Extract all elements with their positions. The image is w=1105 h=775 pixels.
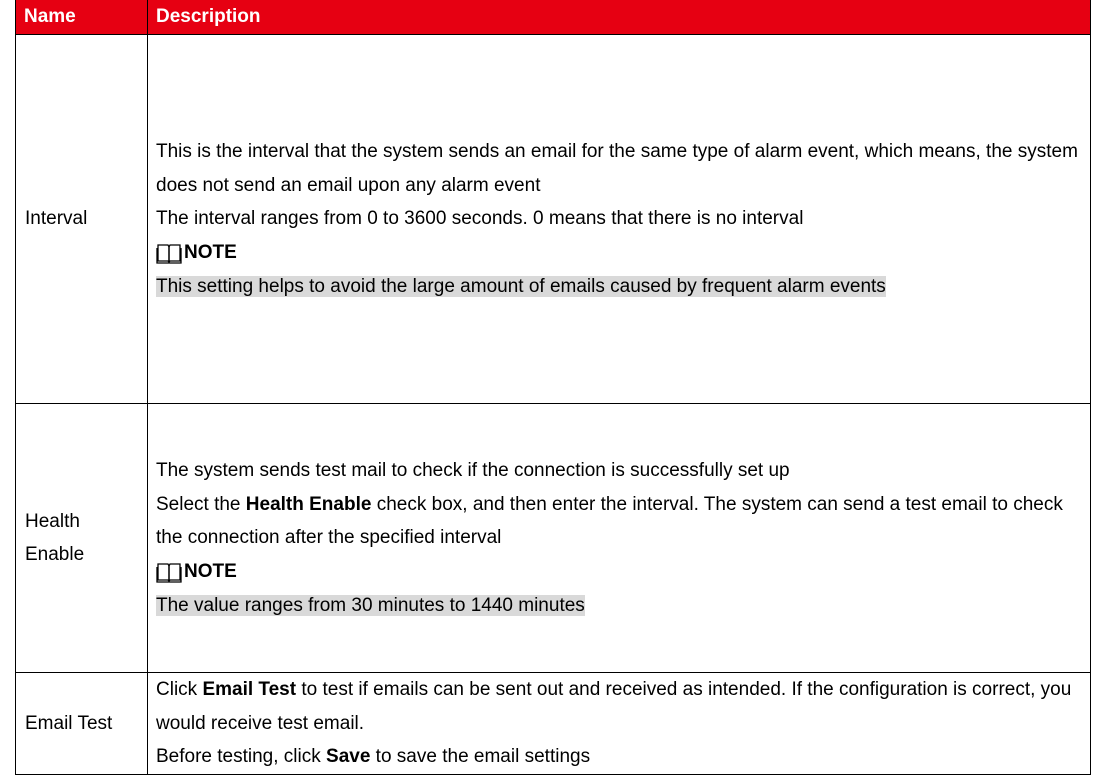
row-name-interval: Interval xyxy=(15,34,148,404)
table-header-row: Name Description xyxy=(15,0,1091,35)
note-text: The value ranges from 30 minutes to 1440… xyxy=(156,594,585,616)
table-row: Health Enable The system sends test mail… xyxy=(15,403,1091,673)
book-icon xyxy=(156,562,182,583)
note-label: NOTE xyxy=(184,241,237,263)
note-heading: NOTE xyxy=(156,236,1082,270)
row-description-interval: This is the interval that the system sen… xyxy=(147,34,1091,404)
row-description-health-enable: The system sends test mail to check if t… xyxy=(147,403,1091,673)
description-text: The interval ranges from 0 to 3600 secon… xyxy=(156,208,804,229)
bold-term: Save xyxy=(326,746,371,768)
row-name-email-test: Email Test xyxy=(15,672,148,775)
table-row: Email Test Click Email Test to test if e… xyxy=(15,672,1091,775)
header-name: Name xyxy=(15,0,148,35)
book-icon xyxy=(156,243,182,264)
description-text: Select the Health Enable check box, and … xyxy=(156,493,1063,549)
description-text: Click Email Test to test if emails can b… xyxy=(156,679,1072,734)
note-label: NOTE xyxy=(184,560,237,582)
row-description-email-test: Click Email Test to test if emails can b… xyxy=(147,672,1091,775)
note-heading: NOTE xyxy=(156,555,1082,589)
description-text: The system sends test mail to check if t… xyxy=(156,460,790,481)
bold-term: Health Enable xyxy=(245,493,372,515)
description-text: Before testing, click Save to save the e… xyxy=(156,746,591,768)
parameter-table: Name Description Interval This is the in… xyxy=(15,0,1091,775)
note-text: This setting helps to avoid the large am… xyxy=(156,275,886,297)
description-text: This is the interval that the system sen… xyxy=(156,141,1078,196)
header-description: Description xyxy=(147,0,1091,35)
table-row: Interval This is the interval that the s… xyxy=(15,34,1091,404)
bold-term: Email Test xyxy=(202,679,297,701)
row-name-health-enable: Health Enable xyxy=(15,403,148,673)
